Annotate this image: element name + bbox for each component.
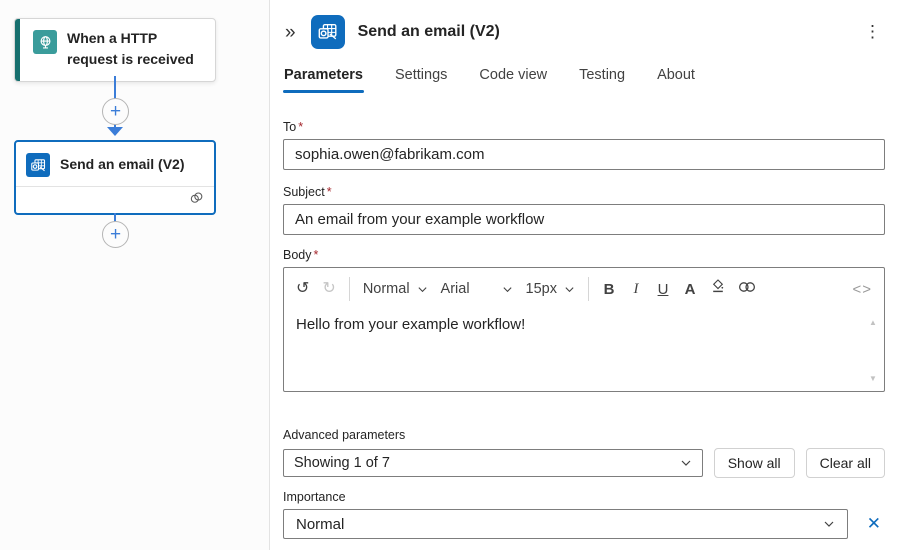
outlook-icon [26,153,50,177]
chevron-down-icon [417,284,428,295]
add-step-button[interactable]: + [102,221,129,248]
action-card-header: Send an email (V2) [16,142,214,186]
more-options-icon[interactable]: ⋮ [860,20,885,44]
panel-header: » Send an email (V2) ⋮ [283,15,885,49]
paragraph-style-select[interactable]: Normal [363,281,428,297]
action-card-footer [16,187,214,213]
redo-icon[interactable]: ↻ [322,281,335,297]
tab-testing[interactable]: Testing [578,65,626,93]
importance-field: Importance Normal ✕ [283,490,885,539]
trigger-card[interactable]: When a HTTP request is received [14,18,216,82]
clear-all-button[interactable]: Clear all [806,448,885,478]
chevron-down-icon [564,284,575,295]
action-card-title: Send an email (V2) [60,154,184,175]
action-card-selected[interactable]: Send an email (V2) [14,140,216,215]
connector-arrow [107,127,123,136]
font-family-select[interactable]: Arial [441,281,513,297]
link-button[interactable] [737,280,751,298]
rte-content[interactable]: Hello from your example workflow! ▲ ▼ [284,308,884,391]
scroll-down-icon[interactable]: ▼ [869,374,877,383]
insert-step-button[interactable]: + [102,98,129,125]
underline-button[interactable]: U [656,281,670,298]
subject-input[interactable]: An email from your example workflow [283,204,885,235]
chevron-down-icon [502,284,513,295]
bold-button[interactable]: B [602,281,616,298]
toolbar-divider [588,277,589,301]
plus-icon: + [110,102,121,121]
font-size-select[interactable]: 15px [526,281,575,297]
to-label: To* [283,120,885,134]
code-view-toggle-icon[interactable]: <> [852,281,872,298]
required-asterisk: * [314,248,319,262]
tab-parameters[interactable]: Parameters [283,65,364,93]
outlook-icon-large [311,15,345,49]
tab-about[interactable]: About [656,65,696,93]
subject-label: Subject* [283,185,885,199]
chevron-down-icon [823,518,835,530]
collapse-panel-icon[interactable]: » [283,21,298,44]
body-text[interactable]: Hello from your example workflow! [296,316,865,387]
importance-label: Importance [283,490,885,504]
workflow-canvas[interactable]: When a HTTP request is received + Send a… [0,0,270,550]
tab-settings[interactable]: Settings [394,65,448,93]
rte-scrollbar[interactable]: ▲ ▼ [865,316,881,387]
http-request-trigger-icon [33,30,57,54]
font-color-button[interactable]: A [683,281,697,298]
trigger-card-title: When a HTTP request is received [67,28,205,70]
to-input[interactable]: sophia.owen@fabrikam.com [283,139,885,170]
advanced-parameters-row: Showing 1 of 7 Show all Clear all [283,448,885,478]
plus-icon: + [110,225,121,244]
required-asterisk: * [327,185,332,199]
panel-tabs: Parameters Settings Code view Testing Ab… [283,65,885,93]
scroll-up-icon[interactable]: ▲ [869,318,877,327]
chevron-down-icon [680,457,692,469]
panel-title: Send an email (V2) [358,23,500,41]
highlight-button[interactable] [710,279,724,299]
toolbar-divider [349,277,350,301]
advanced-parameters-dropdown[interactable]: Showing 1 of 7 [283,449,703,477]
body-label: Body* [283,248,885,262]
italic-button[interactable]: I [629,281,643,298]
trigger-accent-bar [15,19,20,81]
required-asterisk: * [298,120,303,134]
connection-link-icon[interactable] [188,190,205,210]
show-all-button[interactable]: Show all [714,448,795,478]
body-field: Body* ↺ ↻ Normal Arial 15px B [283,248,885,392]
tab-code-view[interactable]: Code view [478,65,548,93]
to-field: To* sophia.owen@fabrikam.com [283,120,885,170]
remove-parameter-icon[interactable]: ✕ [863,514,885,534]
undo-icon[interactable]: ↺ [296,281,309,297]
advanced-parameters-label: Advanced parameters [283,428,885,442]
importance-dropdown[interactable]: Normal [283,509,848,539]
rich-text-editor: ↺ ↻ Normal Arial 15px B I U [283,267,885,392]
action-config-panel: » Send an email (V2) ⋮ Parameters Settin… [270,0,900,550]
advanced-parameters-section: Advanced parameters Showing 1 of 7 Show … [283,428,885,478]
rte-toolbar: ↺ ↻ Normal Arial 15px B I U [284,268,884,308]
subject-field: Subject* An email from your example work… [283,185,885,235]
importance-row: Normal ✕ [283,509,885,539]
